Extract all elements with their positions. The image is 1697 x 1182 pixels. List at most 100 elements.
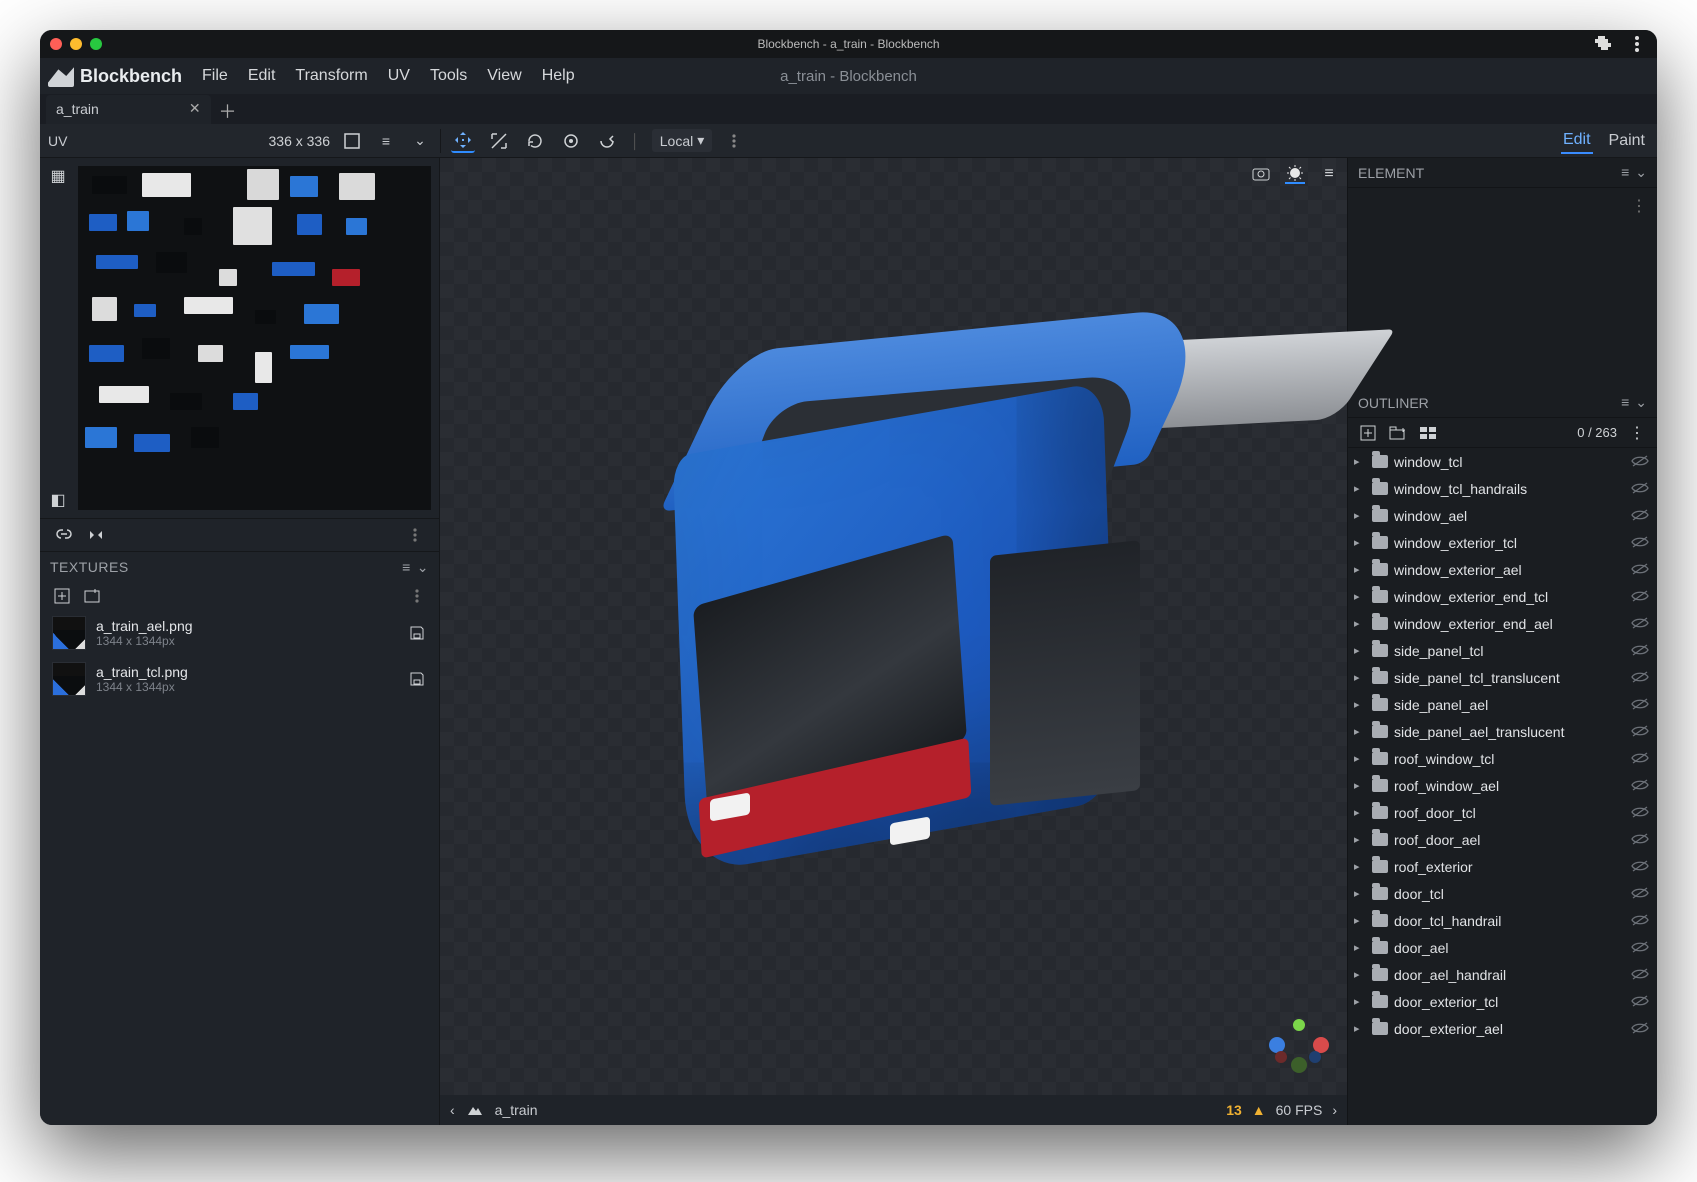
chevron-right-icon[interactable]: ▸: [1354, 752, 1366, 765]
save-texture-icon[interactable]: [407, 623, 427, 643]
panel-options-icon[interactable]: ≡: [1621, 394, 1629, 411]
visibility-icon[interactable]: [1631, 1021, 1649, 1037]
breadcrumb[interactable]: a_train: [495, 1102, 538, 1118]
visibility-icon[interactable]: [1631, 805, 1649, 821]
screenshot-icon[interactable]: [1251, 164, 1271, 184]
outliner-node[interactable]: ▸side_panel_ael_translucent: [1348, 718, 1657, 745]
viewport-menu-icon[interactable]: ≡: [1319, 164, 1339, 184]
axis-y-icon[interactable]: [1291, 1017, 1307, 1033]
outliner-node[interactable]: ▸window_exterior_end_tcl: [1348, 583, 1657, 610]
mode-paint[interactable]: Paint: [1607, 129, 1647, 153]
chevron-down-icon[interactable]: ⌄: [1635, 164, 1647, 181]
move-tool-icon[interactable]: [451, 129, 475, 153]
mode-edit[interactable]: Edit: [1561, 128, 1593, 154]
chevron-right-icon[interactable]: ▸: [1354, 806, 1366, 819]
panel-options-icon[interactable]: ≡: [1621, 164, 1629, 181]
status-forward-icon[interactable]: ›: [1332, 1102, 1337, 1118]
uv-fullscreen-icon[interactable]: [340, 129, 364, 153]
visibility-icon[interactable]: [1631, 832, 1649, 848]
add-cube-icon[interactable]: [1358, 423, 1378, 443]
chevron-right-icon[interactable]: ▸: [1354, 671, 1366, 684]
axis-neg-x-icon[interactable]: [1275, 1051, 1287, 1063]
chevron-right-icon[interactable]: ▸: [1354, 590, 1366, 603]
resize-tool-icon[interactable]: [487, 129, 511, 153]
uv-tool-icon[interactable]: ◧: [48, 490, 68, 510]
chevron-right-icon[interactable]: ▸: [1354, 914, 1366, 927]
chevron-right-icon[interactable]: ▸: [1354, 482, 1366, 495]
save-texture-icon[interactable]: [407, 669, 427, 689]
outliner-node[interactable]: ▸door_exterior_ael: [1348, 1015, 1657, 1042]
menu-view[interactable]: View: [479, 63, 529, 89]
visibility-icon[interactable]: [1631, 697, 1649, 713]
visibility-icon[interactable]: [1631, 967, 1649, 983]
close-window-button[interactable]: [50, 38, 62, 50]
chevron-right-icon[interactable]: ▸: [1354, 833, 1366, 846]
outliner-node[interactable]: ▸window_exterior_tcl: [1348, 529, 1657, 556]
axis-neg-y-icon[interactable]: [1291, 1057, 1307, 1073]
outliner-more-icon[interactable]: ⋮: [1627, 423, 1647, 443]
extension-icon[interactable]: [1593, 34, 1613, 54]
outliner-node[interactable]: ▸door_tcl_handrail: [1348, 907, 1657, 934]
chevron-right-icon[interactable]: ▸: [1354, 779, 1366, 792]
uv-editor[interactable]: ▦ ◧: [40, 158, 439, 518]
uv-options-icon[interactable]: ≡: [374, 129, 398, 153]
outliner-node[interactable]: ▸window_exterior_end_ael: [1348, 610, 1657, 637]
chevron-right-icon[interactable]: ▸: [1354, 536, 1366, 549]
outliner-node[interactable]: ▸side_panel_ael: [1348, 691, 1657, 718]
minimize-window-button[interactable]: [70, 38, 82, 50]
tab-a-train[interactable]: a_train ✕: [46, 95, 211, 124]
viewport[interactable]: ≡ ‹: [440, 158, 1347, 1125]
visibility-icon[interactable]: [1631, 481, 1649, 497]
chevron-right-icon[interactable]: ▸: [1354, 509, 1366, 522]
outliner-node[interactable]: ▸roof_window_ael: [1348, 772, 1657, 799]
create-texture-icon[interactable]: [82, 586, 102, 606]
visibility-icon[interactable]: [1631, 778, 1649, 794]
chevron-right-icon[interactable]: ▸: [1354, 995, 1366, 1008]
chevron-right-icon[interactable]: ▸: [1354, 860, 1366, 873]
toggle-all-icon[interactable]: [1418, 423, 1438, 443]
texture-item[interactable]: a_train_ael.png 1344 x 1344px: [40, 610, 439, 656]
outliner-node[interactable]: ▸door_ael_handrail: [1348, 961, 1657, 988]
outliner-list[interactable]: ▸window_tcl▸window_tcl_handrails▸window_…: [1348, 448, 1657, 1125]
uv-canvas[interactable]: [78, 166, 431, 510]
chevron-down-icon[interactable]: ⌄: [417, 559, 429, 576]
chevron-right-icon[interactable]: ▸: [1354, 563, 1366, 576]
element-more-icon[interactable]: ⋮: [1631, 196, 1647, 216]
visibility-icon[interactable]: [1631, 535, 1649, 551]
add-group-icon[interactable]: [1388, 423, 1408, 443]
toolbar-more-icon[interactable]: [724, 131, 744, 151]
menu-help[interactable]: Help: [534, 63, 583, 89]
outliner-node[interactable]: ▸window_tcl: [1348, 448, 1657, 475]
chevron-right-icon[interactable]: ▸: [1354, 455, 1366, 468]
outliner-node[interactable]: ▸door_ael: [1348, 934, 1657, 961]
menu-file[interactable]: File: [194, 63, 236, 89]
outliner-node[interactable]: ▸window_ael: [1348, 502, 1657, 529]
outliner-node[interactable]: ▸door_tcl: [1348, 880, 1657, 907]
axis-neg-z-icon[interactable]: [1309, 1051, 1321, 1063]
outliner-node[interactable]: ▸roof_door_ael: [1348, 826, 1657, 853]
gizmo-space-dropdown[interactable]: Local ▾: [652, 129, 713, 152]
chevron-down-icon[interactable]: ⌄: [408, 129, 432, 153]
outliner-node[interactable]: ▸window_exterior_ael: [1348, 556, 1657, 583]
panel-options-icon[interactable]: ≡: [402, 559, 411, 576]
mirror-icon[interactable]: [86, 525, 106, 545]
chevron-right-icon[interactable]: ▸: [1354, 617, 1366, 630]
visibility-icon[interactable]: [1631, 994, 1649, 1010]
visibility-icon[interactable]: [1631, 670, 1649, 686]
visibility-icon[interactable]: [1631, 616, 1649, 632]
visibility-icon[interactable]: [1631, 508, 1649, 524]
outliner-node[interactable]: ▸side_panel_tcl: [1348, 637, 1657, 664]
status-back-icon[interactable]: ‹: [450, 1102, 455, 1118]
visibility-icon[interactable]: [1631, 589, 1649, 605]
menu-edit[interactable]: Edit: [240, 63, 284, 89]
maximize-window-button[interactable]: [90, 38, 102, 50]
pivot-tool-icon[interactable]: [559, 129, 583, 153]
vertex-snap-tool-icon[interactable]: [595, 129, 619, 153]
visibility-icon[interactable]: [1631, 562, 1649, 578]
chevron-right-icon[interactable]: ▸: [1354, 725, 1366, 738]
overflow-menu-icon[interactable]: [1627, 34, 1647, 54]
visibility-icon[interactable]: [1631, 724, 1649, 740]
outliner-node[interactable]: ▸roof_exterior: [1348, 853, 1657, 880]
chevron-right-icon[interactable]: ▸: [1354, 1022, 1366, 1035]
visibility-icon[interactable]: [1631, 643, 1649, 659]
